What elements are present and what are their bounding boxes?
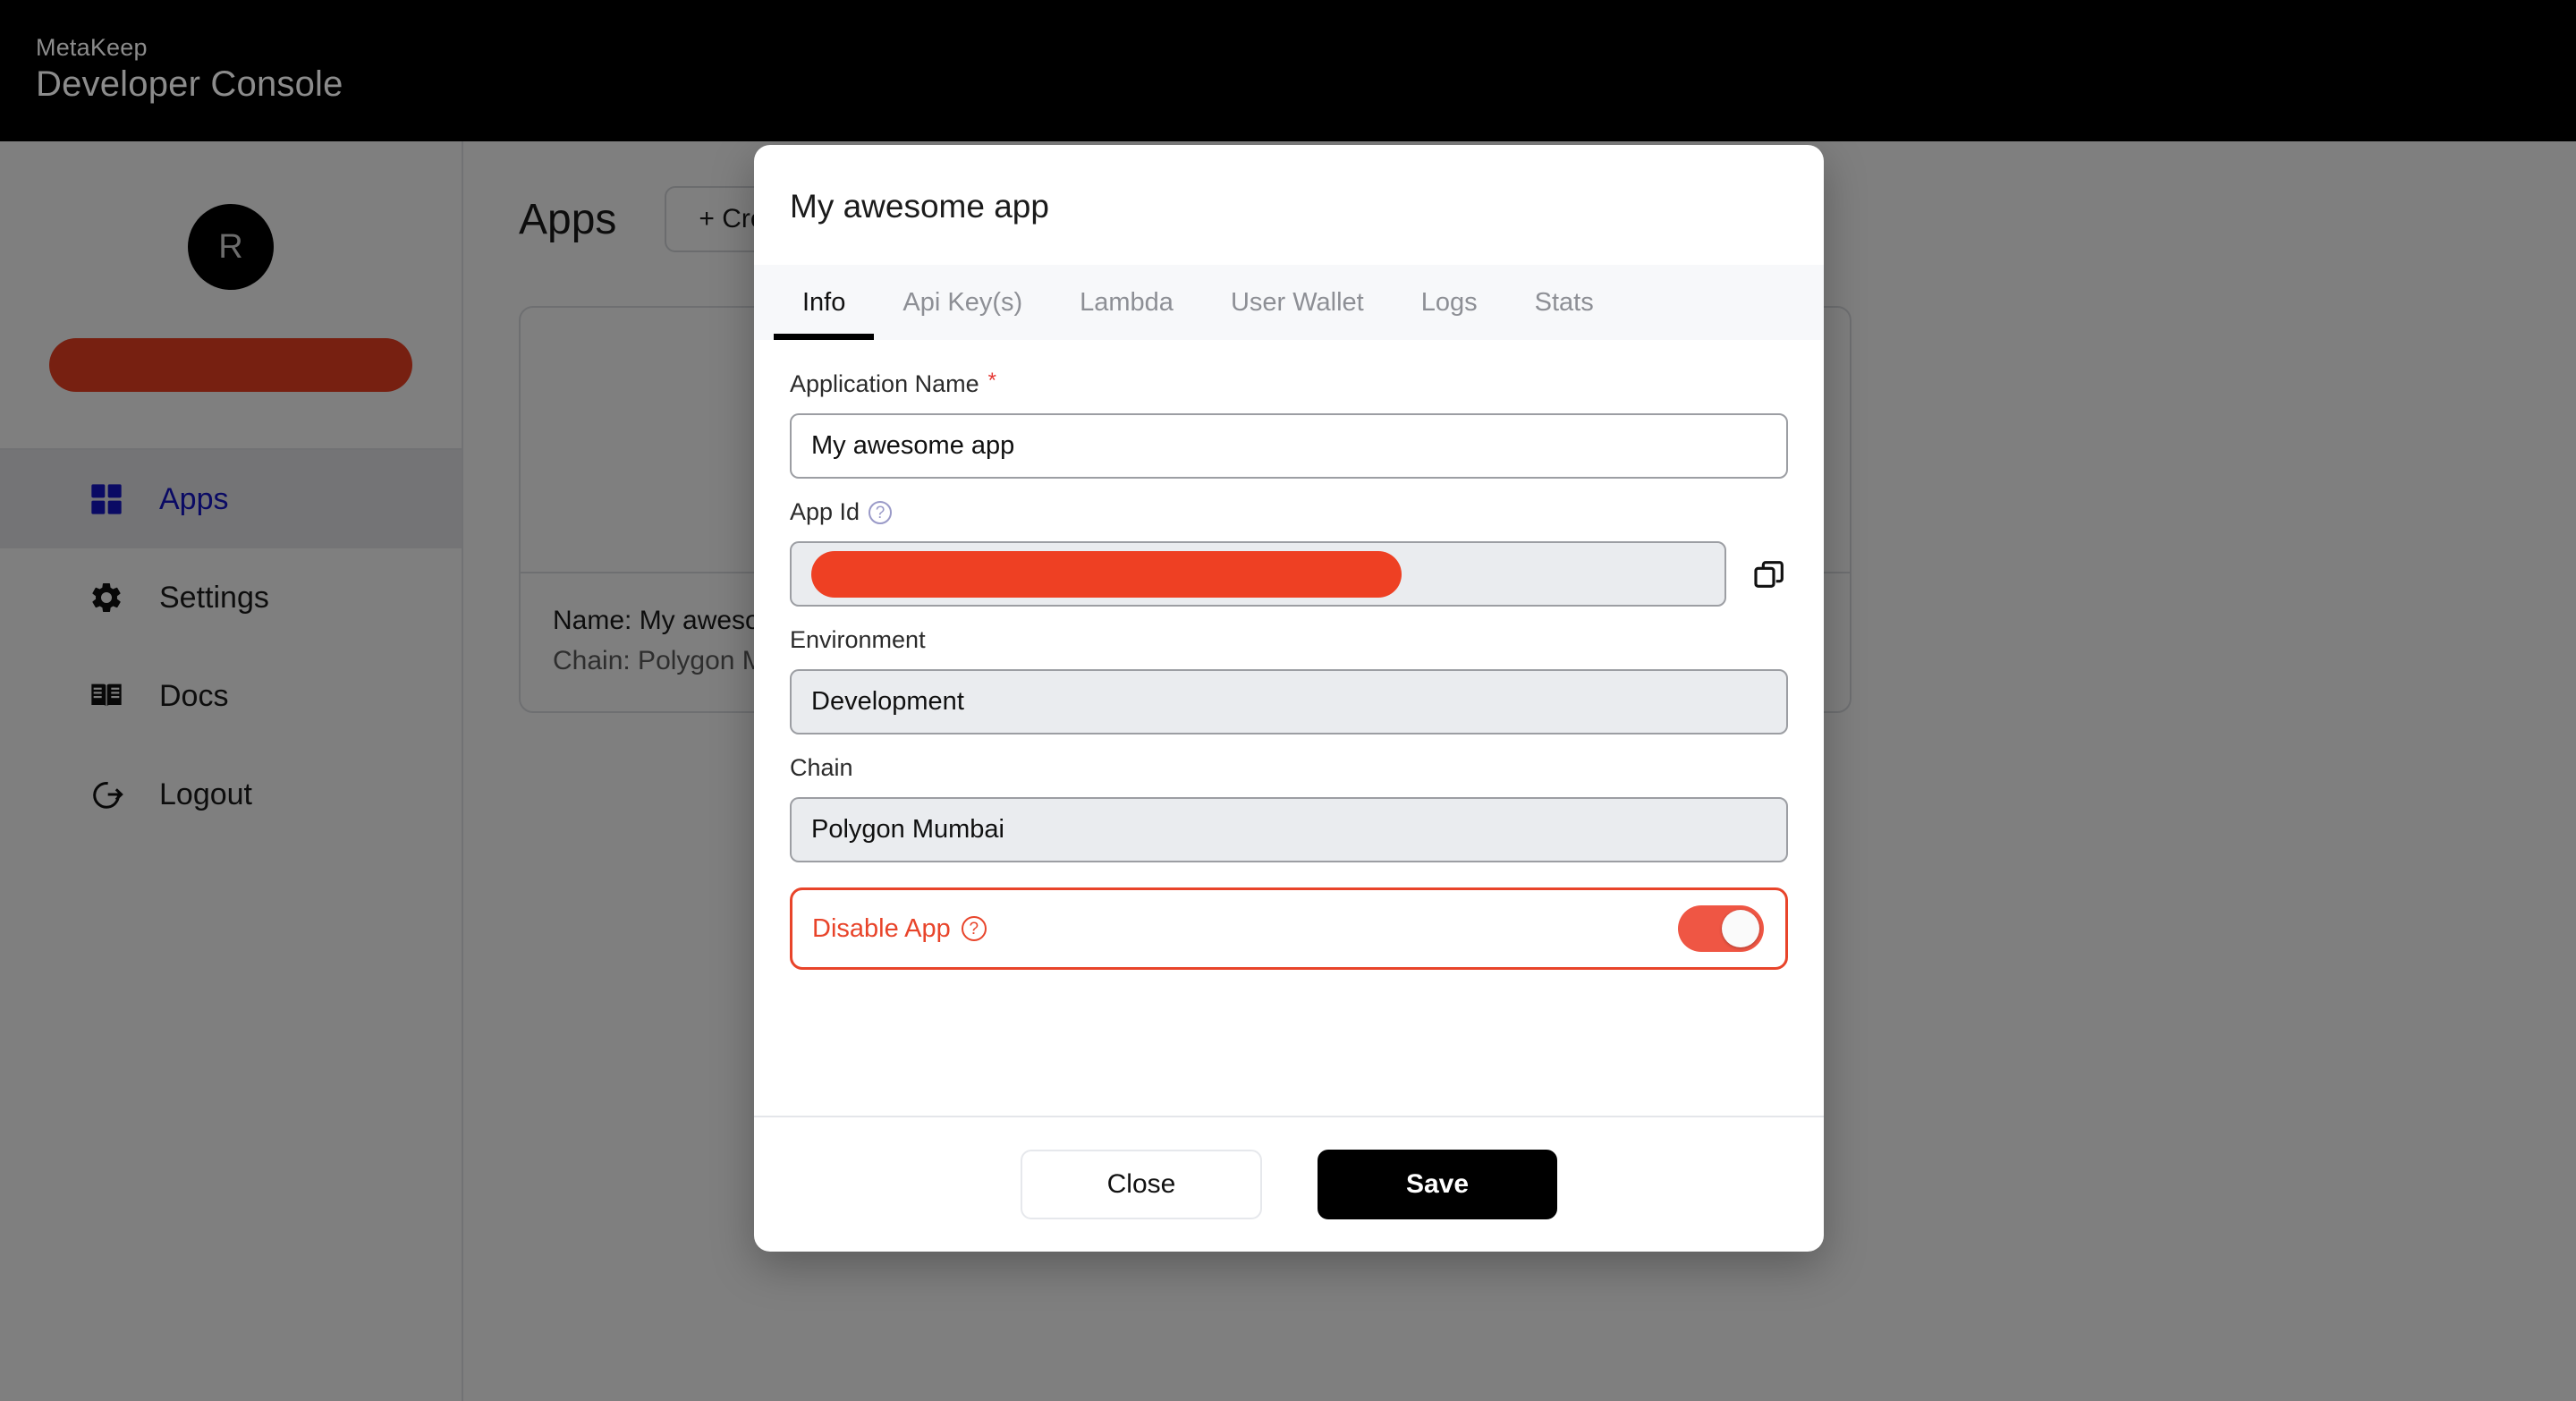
field-application-name: Application Name * My awesome app	[790, 370, 1788, 479]
chain-label-text: Chain	[790, 754, 853, 781]
brand-subtitle: Developer Console	[36, 64, 343, 105]
modal-footer: Close Save	[754, 1116, 1824, 1252]
tab-logs[interactable]: Logs	[1393, 265, 1506, 340]
app-root: MetaKeep Developer Console R Apps	[0, 0, 2576, 1401]
top-bar: MetaKeep Developer Console	[0, 0, 2576, 141]
modal-tabs: Info Api Key(s) Lambda User Wallet Logs …	[754, 265, 1824, 340]
save-button[interactable]: Save	[1318, 1150, 1557, 1219]
chain-label: Chain	[790, 754, 1788, 786]
app-id-redacted	[811, 550, 1402, 598]
toggle-knob	[1722, 910, 1759, 947]
field-app-id: App Id ?	[790, 498, 1788, 607]
app-id-row	[790, 541, 1788, 607]
application-name-label: Application Name *	[790, 370, 1788, 403]
tab-api-keys[interactable]: Api Key(s)	[874, 265, 1051, 340]
environment-label: Environment	[790, 626, 1788, 658]
environment-label-text: Environment	[790, 626, 926, 653]
app-id-label: App Id ?	[790, 498, 1788, 531]
help-circle-icon[interactable]: ?	[961, 916, 987, 941]
disable-app-label-text: Disable App	[812, 913, 951, 943]
field-environment: Environment Development	[790, 626, 1788, 734]
application-name-input[interactable]: My awesome app	[790, 413, 1788, 479]
required-asterisk: *	[987, 369, 996, 393]
tab-info[interactable]: Info	[774, 265, 875, 340]
disable-app-toggle[interactable]	[1678, 905, 1764, 952]
field-chain: Chain Polygon Mumbai	[790, 754, 1788, 862]
tab-user-wallet[interactable]: User Wallet	[1202, 265, 1393, 340]
disable-app-label: Disable App ?	[812, 914, 987, 944]
close-button[interactable]: Close	[1021, 1150, 1262, 1219]
tab-lambda[interactable]: Lambda	[1051, 265, 1202, 340]
copy-icon[interactable]	[1751, 555, 1788, 594]
app-details-modal: My awesome app Info Api Key(s) Lambda Us…	[754, 145, 1824, 1252]
disable-app-section: Disable App ?	[790, 887, 1788, 970]
modal-title: My awesome app	[790, 188, 1049, 225]
modal-body: Application Name * My awesome app App Id…	[754, 340, 1824, 1116]
brand-name: MetaKeep	[36, 34, 148, 61]
help-circle-icon[interactable]: ?	[869, 501, 893, 524]
chain-input: Polygon Mumbai	[790, 797, 1788, 862]
environment-input: Development	[790, 669, 1788, 734]
application-name-label-text: Application Name	[790, 370, 979, 397]
tab-stats[interactable]: Stats	[1506, 265, 1623, 340]
app-id-input	[790, 541, 1726, 607]
app-id-label-text: App Id	[790, 498, 860, 525]
